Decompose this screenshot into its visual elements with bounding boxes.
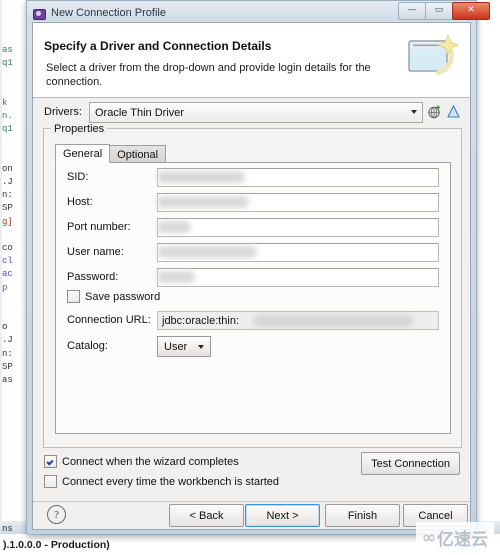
maximize-button[interactable]: ▭ (425, 2, 453, 20)
field-row-connection-url: Connection URL: jdbc:oracle:thin: (56, 310, 450, 330)
connection-url-redaction (253, 315, 413, 327)
close-icon: ✕ (467, 5, 475, 15)
drivers-selected-value: Oracle Thin Driver (95, 106, 185, 119)
host-input[interactable] (157, 193, 439, 212)
port-number-label: Port number: (67, 221, 131, 233)
sid-input[interactable] (157, 168, 439, 187)
tab-general-label: General (63, 147, 103, 160)
properties-legend: Properties (51, 123, 108, 135)
field-row-host: Host: (56, 192, 450, 214)
field-row-catalog: Catalog: User (56, 335, 450, 357)
test-connection-label: Test Connection (371, 457, 450, 470)
sid-redaction (157, 171, 245, 183)
back-button-label: < Back (189, 509, 224, 522)
properties-tabs: General Optional (55, 144, 167, 163)
finish-button[interactable]: Finish (325, 504, 400, 527)
connection-url-label: Connection URL: (67, 314, 151, 326)
connect-on-complete-label: Connect when the wizard completes (62, 455, 239, 468)
dialog-button-bar: ? < Back Next > Finish Cancel (33, 502, 470, 528)
user-name-label: User name: (67, 246, 124, 258)
maximize-icon: ▭ (434, 5, 444, 15)
connection-url-input: jdbc:oracle:thin: (157, 311, 439, 330)
host-label: Host: (67, 196, 93, 208)
host-redaction (157, 196, 249, 208)
background-ns-text: ns (2, 524, 13, 534)
general-tab-pane: SID: Host: Port number: User name: Passw… (55, 162, 451, 434)
chevron-down-icon (198, 345, 204, 349)
field-row-port: Port number: (56, 217, 450, 239)
user-name-input[interactable] (157, 243, 439, 262)
catalog-selected-value: User (164, 340, 188, 353)
back-button[interactable]: < Back (169, 504, 244, 527)
help-icon[interactable]: ? (47, 505, 66, 524)
finish-button-label: Finish (347, 509, 378, 522)
drivers-dropdown[interactable]: Oracle Thin Driver (89, 102, 423, 123)
connect-on-startup-checkbox[interactable]: Connect every time the workbench is star… (44, 475, 279, 488)
catalog-label: Catalog: (67, 340, 108, 352)
page-description: Select a driver from the drop-down and p… (46, 62, 371, 88)
tab-optional-label: Optional (117, 148, 159, 161)
tab-optional[interactable]: Optional (109, 145, 167, 163)
username-redaction (157, 246, 257, 258)
minimize-button[interactable]: — (398, 2, 426, 20)
port-number-input[interactable] (157, 218, 439, 237)
connection-options: Connect when the wizard completes Connec… (43, 452, 460, 493)
connect-on-startup-label: Connect every time the workbench is star… (62, 475, 280, 488)
sid-label: SID: (67, 171, 89, 183)
drivers-label: Drivers: (44, 106, 82, 118)
next-button-label: Next > (266, 509, 299, 522)
connection-profile-dialog: Specify a Driver and Connection Details … (32, 22, 471, 530)
properties-group: General Optional SID: Host: Port number:… (43, 128, 462, 448)
window-titlebar[interactable]: New Connection Profile — ▭ ✕ (26, 0, 490, 21)
page-title: Specify a Driver and Connection Details (44, 39, 272, 53)
connection-url-value: jdbc:oracle:thin: (162, 314, 240, 327)
close-button[interactable]: ✕ (452, 2, 490, 20)
tab-general[interactable]: General (55, 144, 111, 163)
new-driver-icon[interactable] (427, 104, 442, 119)
field-row-username: User name: (56, 242, 450, 264)
watermark-cloud-icon: ∞ (421, 527, 436, 548)
watermark-text: 亿速云 (437, 530, 488, 550)
minimize-icon: — (407, 5, 417, 15)
wizard-banner: Specify a Driver and Connection Details … (33, 23, 470, 98)
chevron-down-icon (411, 110, 417, 114)
status-bar-text: ).1.0.0.0 - Production) (3, 539, 110, 551)
port-redaction (157, 221, 191, 233)
window-title: New Connection Profile (51, 6, 166, 19)
help-icon-glyph: ? (54, 508, 59, 521)
next-button[interactable]: Next > (245, 504, 320, 527)
cancel-button-label: Cancel (418, 509, 453, 522)
field-row-sid: SID: (56, 167, 450, 189)
profile-icon (32, 7, 46, 20)
connect-on-complete-checkbox[interactable]: Connect when the wizard completes (44, 455, 239, 468)
wizard-banner-icon (408, 34, 459, 76)
connect-on-complete-box (44, 455, 57, 468)
watermark: ∞ 亿速云 (415, 522, 494, 553)
save-password-label: Save password (85, 290, 161, 303)
connect-on-startup-box (44, 475, 57, 488)
password-redaction (157, 271, 195, 283)
catalog-dropdown[interactable]: User (157, 336, 211, 357)
save-password-checkbox-box (67, 290, 80, 303)
password-label: Password: (67, 271, 119, 283)
field-row-password: Password: (56, 267, 450, 289)
edit-driver-icon[interactable] (446, 104, 461, 119)
test-connection-button[interactable]: Test Connection (361, 452, 460, 475)
password-input[interactable] (157, 268, 439, 287)
save-password-checkbox[interactable]: Save password (67, 290, 160, 303)
